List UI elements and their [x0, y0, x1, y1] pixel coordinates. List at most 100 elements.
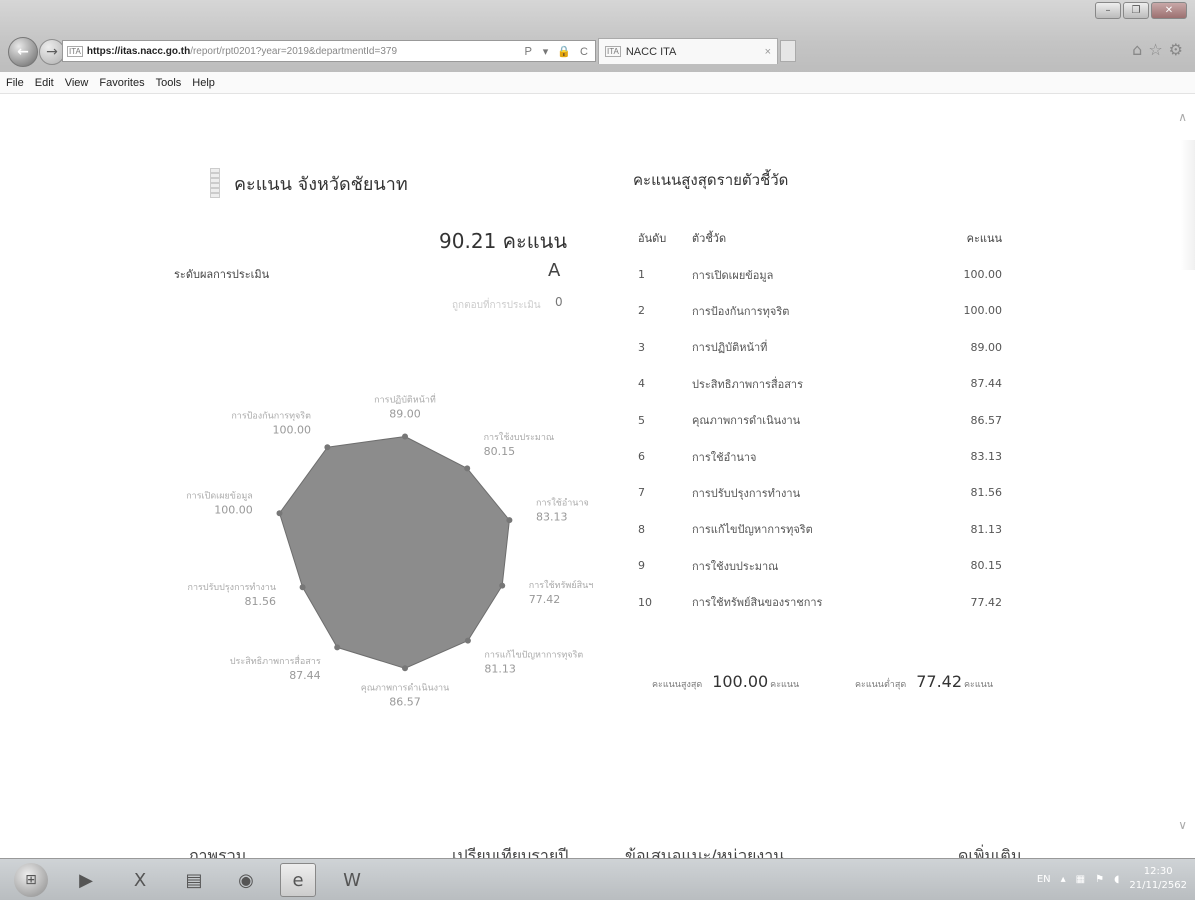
province-score-title: คะแนน จังหวัดชัยนาท — [210, 168, 408, 198]
url-host: itas.nacc.go.th — [120, 45, 191, 57]
cell-score: 81.56 — [970, 486, 1003, 500]
address-bar[interactable]: ITA https:// itas.nacc.go.th /report/rpt… — [62, 40, 596, 62]
back-button[interactable]: ← — [8, 37, 38, 67]
home-icon[interactable]: ⌂ — [1132, 40, 1142, 59]
windows-start-icon[interactable]: ⊞ — [14, 863, 48, 897]
cell-rank: 5 — [638, 413, 645, 427]
cell-score: 80.15 — [970, 559, 1003, 573]
ranking-table: อันดับ ตัวชี้วัด คะแนน 1 การเปิดเผยข้อมูล… — [636, 220, 1002, 620]
cell-indicator: การใช้ทรัพย์สินของราชการ — [692, 596, 823, 610]
cell-indicator: ประสิทธิภาพการสื่อสาร — [692, 377, 804, 391]
radar-value-label: 87.44 — [289, 669, 321, 682]
menu-favorites[interactable]: Favorites — [99, 77, 144, 89]
media-player-icon[interactable]: ▶ — [68, 863, 104, 897]
menu-bar: File Edit View Favorites Tools Help — [0, 72, 1195, 94]
radar-point[interactable] — [464, 465, 471, 472]
radar-value-label: 81.56 — [245, 595, 277, 608]
radar-point[interactable] — [334, 644, 341, 651]
radar-axis-label: ประสิทธิภาพการสื่อสาร — [230, 654, 321, 667]
arrow-right-icon: → — [46, 44, 58, 60]
radar-axis-label: การเปิดเผยข้อมูล — [186, 491, 253, 502]
radar-axis-label: การป้องกันการทุจริต — [231, 411, 311, 422]
tab-close-icon[interactable]: × — [765, 46, 771, 58]
menu-help[interactable]: Help — [192, 77, 215, 89]
url-path: /report/rpt0201?year=2019&departmentId=3… — [190, 45, 398, 57]
cell-score: 89.00 — [970, 340, 1003, 354]
total-score: 90.21 คะแนน — [439, 229, 567, 253]
cell-rank: 8 — [638, 522, 645, 536]
menu-edit[interactable]: Edit — [35, 77, 54, 89]
min-score-label: คะแนนต่ำสุด — [855, 680, 907, 690]
scroll-up-icon[interactable]: ∧ — [1178, 110, 1187, 124]
min-score-summary: คะแนนต่ำสุด 77.42 คะแนน — [855, 672, 993, 691]
tray-arrow-icon[interactable]: ▴ — [1061, 874, 1066, 885]
table-row: 7 การปรับปรุงการทำงาน 81.56 — [636, 475, 1002, 511]
clock[interactable]: 12:30 21/11/2562 — [1129, 865, 1187, 893]
min-score-unit: คะแนน — [964, 680, 993, 690]
menu-view[interactable]: View — [65, 77, 89, 89]
star-icon[interactable]: ☆ — [1148, 40, 1162, 59]
volume-icon[interactable]: ◖ — [1114, 874, 1119, 885]
table-row: 10 การใช้ทรัพย์สินของราชการ 77.42 — [636, 584, 1002, 620]
radar-value-label: 100.00 — [214, 504, 253, 517]
cell-score: 100.00 — [963, 268, 1003, 282]
radar-point[interactable] — [402, 665, 408, 672]
cell-rank: 4 — [638, 377, 645, 391]
cell-score: 87.44 — [970, 377, 1003, 391]
cell-score: 77.42 — [970, 595, 1003, 609]
radar-point[interactable] — [324, 444, 331, 451]
radar-axis-label: การปรับปรุงการทำงาน — [188, 582, 276, 593]
menu-file[interactable]: File — [6, 77, 24, 89]
province-title-text: คะแนน จังหวัดชัยนาท — [234, 173, 408, 195]
radar-value-label: 80.15 — [484, 445, 515, 458]
max-score-label: คะแนนสูงสุด — [652, 680, 703, 690]
table-row: 2 การป้องกันการทุจริต 100.00 — [636, 293, 1002, 329]
language-indicator[interactable]: EN — [1037, 874, 1051, 885]
header-score: คะแนน — [966, 232, 1002, 246]
radar-point[interactable] — [402, 433, 408, 440]
window-controls: – ❐ ✕ — [1095, 2, 1187, 19]
new-tab-button[interactable] — [780, 40, 796, 62]
radar-value-label: 86.57 — [389, 695, 421, 708]
cell-score: 83.13 — [970, 450, 1003, 464]
radar-point[interactable] — [276, 510, 283, 517]
radar-axis-label: การใช้งบประมาณ — [484, 432, 555, 443]
radar-chart: การปฏิบัติหน้าที่ 89.00 การใช้งบประมาณ 80.1… — [186, 393, 593, 709]
excel-icon[interactable]: X — [122, 863, 158, 897]
scroll-down-icon[interactable]: ∨ — [1178, 818, 1187, 832]
cell-rank: 9 — [638, 559, 645, 573]
site-favicon: ITA — [67, 45, 83, 57]
table-row: 8 การแก้ไขปัญหาการทุจริต 81.13 — [636, 511, 1002, 547]
cell-indicator: การแก้ไขปัญหาการทุจริต — [692, 523, 813, 537]
faint-value: 0 — [555, 295, 563, 309]
header-rank: อันดับ — [638, 232, 667, 246]
radar-point[interactable] — [299, 584, 306, 591]
windows-taskbar: ⊞ ▶ X ▤ ◉ e W EN ▴ ▦ ⚑ ◖ 12:30 21/11/256… — [0, 858, 1195, 900]
maximize-button[interactable]: ❐ — [1123, 2, 1149, 19]
address-tools[interactable]: Ｐ ▾ 🔒 C — [523, 43, 591, 59]
radar-point[interactable] — [506, 517, 513, 524]
scrollbar-track[interactable] — [1181, 140, 1195, 270]
chrome-icon[interactable]: ◉ — [228, 863, 264, 897]
minimize-button[interactable]: – — [1095, 2, 1121, 19]
word-icon[interactable]: W — [334, 863, 370, 897]
level-value: A — [548, 260, 561, 281]
table-row: 6 การใช้อำนาจ 83.13 — [636, 438, 1002, 474]
close-button[interactable]: ✕ — [1151, 2, 1187, 19]
radar-point[interactable] — [499, 582, 506, 589]
radar-value-label: 81.13 — [484, 662, 516, 675]
table-row: 9 การใช้งบประมาณ 80.15 — [636, 548, 1002, 584]
files-icon[interactable]: ▤ — [176, 863, 212, 897]
url-protocol: https:// — [86, 45, 121, 57]
network-icon[interactable]: ▦ — [1076, 874, 1085, 885]
menu-tools[interactable]: Tools — [156, 77, 182, 89]
browser-titlebar: – ❐ ✕ ← → ITA https:// itas.nacc.go.th /… — [0, 0, 1195, 72]
cell-indicator: การปฏิบัติหน้าที่ — [692, 341, 768, 355]
gear-icon[interactable]: ⚙ — [1169, 40, 1183, 59]
table-row: 1 การเปิดเผยข้อมูล 100.00 — [636, 256, 1002, 292]
browser-tab[interactable]: ITA NACC ITA × — [598, 38, 778, 64]
ie-icon[interactable]: e — [280, 863, 316, 897]
radar-value-label: 83.13 — [536, 510, 568, 523]
radar-point[interactable] — [464, 637, 471, 644]
flag-icon[interactable]: ⚑ — [1095, 874, 1104, 885]
